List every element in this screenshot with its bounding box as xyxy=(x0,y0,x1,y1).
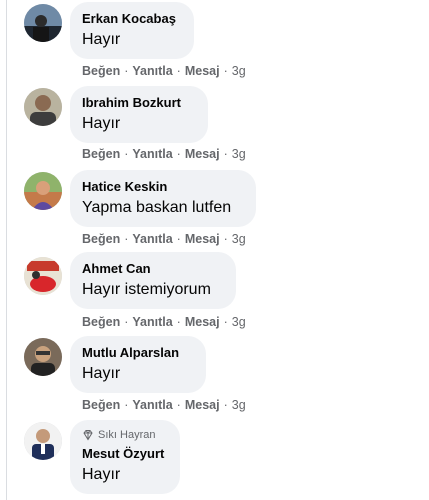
separator: · xyxy=(124,398,129,412)
comment-text: Hayır xyxy=(82,31,121,48)
diamond-icon xyxy=(83,430,93,441)
comment-time[interactable]: 3g xyxy=(232,147,246,161)
comment-actions: Beğen · Yanıtla · Mesaj · 3g xyxy=(82,63,246,79)
separator: · xyxy=(176,64,181,78)
avatar[interactable] xyxy=(24,88,62,126)
comment-time[interactable]: 3g xyxy=(232,232,246,246)
message-button[interactable]: Mesaj xyxy=(185,64,220,78)
comment-bubble: Hatice Keskin Yapma baskan lutfen xyxy=(70,170,256,227)
comment-text: Yapma baskan lutfen xyxy=(82,199,232,216)
commenter-name[interactable]: Mesut Özyurt xyxy=(82,445,168,462)
comment-actions: Beğen · Yanıtla · Mesaj · 3g xyxy=(82,231,246,247)
comment-bubble: Ibrahim Bozkurt Hayır xyxy=(70,86,208,143)
commenter-name[interactable]: Ahmet Can xyxy=(82,260,224,277)
separator: · xyxy=(223,315,228,329)
separator: · xyxy=(124,232,129,246)
comment-bubble: Erkan Kocabaş Hayır xyxy=(70,2,194,59)
reply-button[interactable]: Yanıtla xyxy=(132,398,172,412)
comment-actions: Beğen · Yanıtla · Mesaj · 3g xyxy=(82,397,246,413)
comment-bubble: Ahmet Can Hayır istemiyorum xyxy=(70,252,236,309)
reply-button[interactable]: Yanıtla xyxy=(132,232,172,246)
badge-label: Sıkı Hayran xyxy=(98,429,156,441)
separator: · xyxy=(223,232,228,246)
like-button[interactable]: Beğen xyxy=(82,315,120,329)
reply-button[interactable]: Yanıtla xyxy=(132,315,172,329)
commenter-name[interactable]: Erkan Kocabaş xyxy=(82,10,182,27)
comment-actions: Beğen · Yanıtla · Mesaj · 3g xyxy=(82,314,246,330)
comment-text: Hayır xyxy=(82,466,121,483)
separator: · xyxy=(223,64,228,78)
separator: · xyxy=(124,315,129,329)
comment-bubble: Sıkı Hayran Mesut Özyurt Hayır xyxy=(70,420,180,494)
avatar[interactable] xyxy=(24,257,62,295)
separator: · xyxy=(176,315,181,329)
comment-text: Hayır xyxy=(82,115,121,132)
comment-time[interactable]: 3g xyxy=(232,398,246,412)
separator: · xyxy=(176,398,181,412)
avatar[interactable] xyxy=(24,4,62,42)
commenter-name[interactable]: Hatice Keskin xyxy=(82,178,244,195)
separator: · xyxy=(124,147,129,161)
avatar[interactable] xyxy=(24,338,62,376)
comment-text: Hayır xyxy=(82,365,121,382)
like-button[interactable]: Beğen xyxy=(82,64,120,78)
commenter-name[interactable]: Mutlu Alparslan xyxy=(82,344,194,361)
separator: · xyxy=(223,147,228,161)
message-button[interactable]: Mesaj xyxy=(185,398,220,412)
comment-time[interactable]: 3g xyxy=(232,315,246,329)
reply-button[interactable]: Yanıtla xyxy=(132,64,172,78)
top-fan-badge: Sıkı Hayran xyxy=(82,428,168,442)
like-button[interactable]: Beğen xyxy=(82,232,120,246)
separator: · xyxy=(124,64,129,78)
message-button[interactable]: Mesaj xyxy=(185,147,220,161)
like-button[interactable]: Beğen xyxy=(82,147,120,161)
avatar[interactable] xyxy=(24,422,62,460)
separator: · xyxy=(176,147,181,161)
message-button[interactable]: Mesaj xyxy=(185,315,220,329)
reply-button[interactable]: Yanıtla xyxy=(132,147,172,161)
separator: · xyxy=(176,232,181,246)
comment-actions: Beğen · Yanıtla · Mesaj · 3g xyxy=(82,146,246,162)
comment-bubble: Mutlu Alparslan Hayır xyxy=(70,336,206,393)
message-button[interactable]: Mesaj xyxy=(185,232,220,246)
avatar[interactable] xyxy=(24,172,62,210)
commenter-name[interactable]: Ibrahim Bozkurt xyxy=(82,94,196,111)
comment-time[interactable]: 3g xyxy=(232,64,246,78)
like-button[interactable]: Beğen xyxy=(82,398,120,412)
left-divider xyxy=(6,0,7,500)
separator: · xyxy=(223,398,228,412)
comment-text: Hayır istemiyorum xyxy=(82,281,211,298)
